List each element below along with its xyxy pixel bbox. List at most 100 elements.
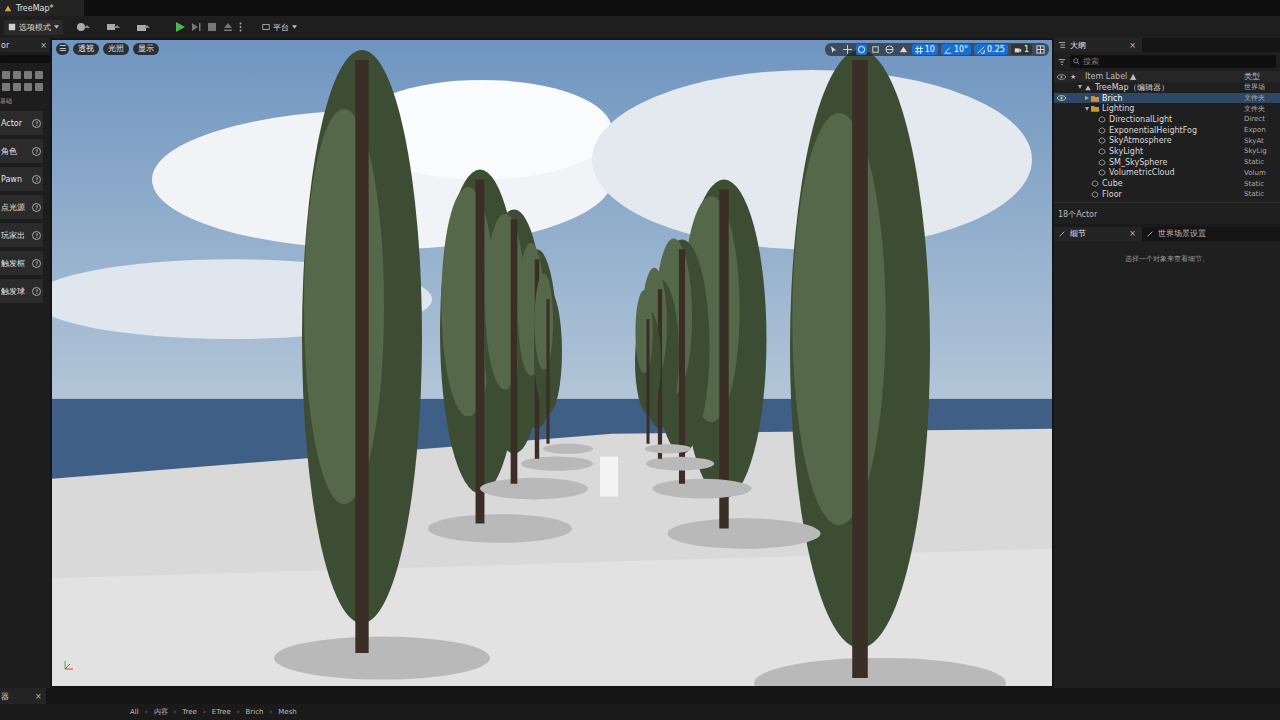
help-icon[interactable]: ? xyxy=(32,259,41,268)
outliner-row[interactable]: Lighting 文件夹 xyxy=(1054,103,1280,114)
actor-item[interactable]: 点光源 ? xyxy=(0,195,43,219)
rotate-icon[interactable] xyxy=(856,44,867,55)
category-icon[interactable] xyxy=(35,83,43,91)
help-icon[interactable]: ? xyxy=(32,287,41,296)
scale-icon[interactable] xyxy=(870,44,881,55)
surface-snap-icon[interactable] xyxy=(898,44,909,55)
outliner-tab[interactable]: 大纲 × xyxy=(1054,38,1142,52)
close-button[interactable]: × xyxy=(35,692,42,701)
actor-icon xyxy=(1098,169,1106,176)
platform-dropdown[interactable]: 平台 xyxy=(262,22,297,33)
outliner-row[interactable]: Floor Static xyxy=(1054,189,1280,200)
move-icon[interactable] xyxy=(842,44,853,55)
actor-item[interactable]: 角色 ? xyxy=(0,139,43,163)
help-icon[interactable]: ? xyxy=(32,119,41,128)
layout-icon[interactable] xyxy=(1035,44,1046,55)
folder-icon xyxy=(1091,95,1099,102)
search-icon xyxy=(1073,58,1080,65)
cinematics-icon[interactable] xyxy=(135,22,153,32)
close-button[interactable]: × xyxy=(1129,229,1136,238)
breadcrumb-item[interactable]: All xyxy=(130,708,139,716)
category-icons xyxy=(0,71,50,91)
actor-item[interactable]: 触发框 ? xyxy=(0,251,43,275)
grid-snap[interactable]: 10 xyxy=(912,44,938,55)
breadcrumb-item[interactable]: 内容 xyxy=(154,707,168,717)
outliner-row[interactable]: Brich 文件夹 xyxy=(1054,93,1280,104)
outliner-row[interactable]: VolumetricCloud Volum xyxy=(1054,168,1280,179)
breadcrumb-item[interactable]: Mesh xyxy=(278,708,296,716)
visibility-icon[interactable] xyxy=(1057,95,1066,101)
outliner-row[interactable]: SM_SkySphere Static xyxy=(1054,157,1280,168)
help-icon[interactable]: ? xyxy=(32,147,41,156)
panel-tab[interactable]: or × xyxy=(0,38,50,52)
scale-snap-icon xyxy=(977,46,985,54)
category-icon[interactable] xyxy=(13,71,21,79)
play-controls xyxy=(175,22,242,32)
axis-gizmo-icon xyxy=(62,658,76,672)
close-button[interactable]: × xyxy=(40,41,47,50)
actor-item[interactable]: 触发球 ? xyxy=(0,279,43,303)
content-browser-tab[interactable]: 器 × xyxy=(0,688,46,704)
details-tab[interactable]: 细节 × xyxy=(1054,227,1142,241)
category-icon[interactable] xyxy=(24,83,32,91)
details-tab[interactable]: 世界场景设置 xyxy=(1142,227,1212,241)
search-field[interactable] xyxy=(0,55,50,63)
world-icon[interactable] xyxy=(884,44,895,55)
actor-item[interactable]: Actor ? xyxy=(0,111,43,135)
actor-item[interactable]: 玩家出 ? xyxy=(0,223,43,247)
expand-arrow-icon[interactable] xyxy=(1078,85,1082,89)
outliner-row[interactable]: SkyLight SkyLig xyxy=(1054,146,1280,157)
level-tab[interactable]: TreeMap* xyxy=(0,0,84,16)
outliner-icon xyxy=(1058,41,1066,49)
outliner-row[interactable]: SkyAtmosphere SkyAt xyxy=(1054,135,1280,146)
actor-item[interactable]: Pawn ? xyxy=(0,167,43,191)
outliner-row[interactable]: TreeMap（编辑器） 世界场 xyxy=(1054,82,1280,93)
outliner-row[interactable]: ExponentialHeightFog Expon xyxy=(1054,125,1280,136)
expand-arrow-icon[interactable] xyxy=(1085,96,1089,100)
outliner-panel: 大纲 × 搜索 ★ Item Label ▲ 类型 TreeMap（编辑器） 世… xyxy=(1054,38,1280,224)
help-icon[interactable]: ? xyxy=(32,203,41,212)
main-toolbar: 选项模式 平台 xyxy=(0,16,1280,38)
actor-icon xyxy=(1098,137,1106,144)
filter-icon[interactable] xyxy=(1058,58,1066,66)
show-button[interactable]: 显示 xyxy=(133,43,159,55)
lit-button[interactable]: 光照 xyxy=(103,43,129,55)
breadcrumb-item[interactable]: Brich xyxy=(246,708,264,716)
level-icon xyxy=(4,4,12,12)
viewport[interactable]: ☰ 透视 光照 显示 10 10° 0.25 1 xyxy=(52,40,1052,686)
outliner-row[interactable]: DirectionalLight Direct xyxy=(1054,114,1280,125)
viewport-right-controls: 10 10° 0.25 1 xyxy=(825,43,1049,56)
stop-icon[interactable] xyxy=(207,22,217,32)
category-icon[interactable] xyxy=(13,83,21,91)
scale-snap[interactable]: 0.25 xyxy=(974,44,1008,55)
column-header[interactable]: 类型 xyxy=(1244,71,1280,82)
outliner-row[interactable]: Cube Static xyxy=(1054,178,1280,189)
category-icon[interactable] xyxy=(24,71,32,79)
breadcrumb-item[interactable]: ETree xyxy=(212,708,231,716)
actor-icon xyxy=(1098,116,1106,123)
right-panels: 大纲 × 搜索 ★ Item Label ▲ 类型 TreeMap（编辑器） 世… xyxy=(1054,38,1280,688)
mode-dropdown[interactable]: 选项模式 xyxy=(4,20,63,35)
help-icon[interactable]: ? xyxy=(32,175,41,184)
column-header[interactable]: Item Label ▲ xyxy=(1085,72,1244,81)
camera-speed[interactable]: 1 xyxy=(1011,44,1032,55)
breadcrumb-item[interactable]: Tree xyxy=(182,708,197,716)
outliner-search[interactable]: 搜索 xyxy=(1070,55,1276,68)
perspective-button[interactable]: 透视 xyxy=(73,43,99,55)
step-icon[interactable] xyxy=(191,22,201,32)
add-actor-icon[interactable] xyxy=(75,22,93,32)
expand-arrow-icon[interactable] xyxy=(1085,107,1089,111)
select-icon[interactable] xyxy=(828,44,839,55)
help-icon[interactable]: ? xyxy=(32,231,41,240)
viewport-menu-button[interactable]: ☰ xyxy=(56,43,69,55)
category-icon[interactable] xyxy=(2,83,10,91)
blueprint-icon[interactable] xyxy=(105,22,123,32)
eject-icon[interactable] xyxy=(223,22,233,32)
play-icon[interactable] xyxy=(175,22,185,32)
category-icon[interactable] xyxy=(35,71,43,79)
actor-icon xyxy=(1098,148,1106,155)
close-button[interactable]: × xyxy=(1129,41,1136,50)
more-icon[interactable] xyxy=(239,22,242,32)
angle-snap[interactable]: 10° xyxy=(941,44,971,55)
category-icon[interactable] xyxy=(2,71,10,79)
